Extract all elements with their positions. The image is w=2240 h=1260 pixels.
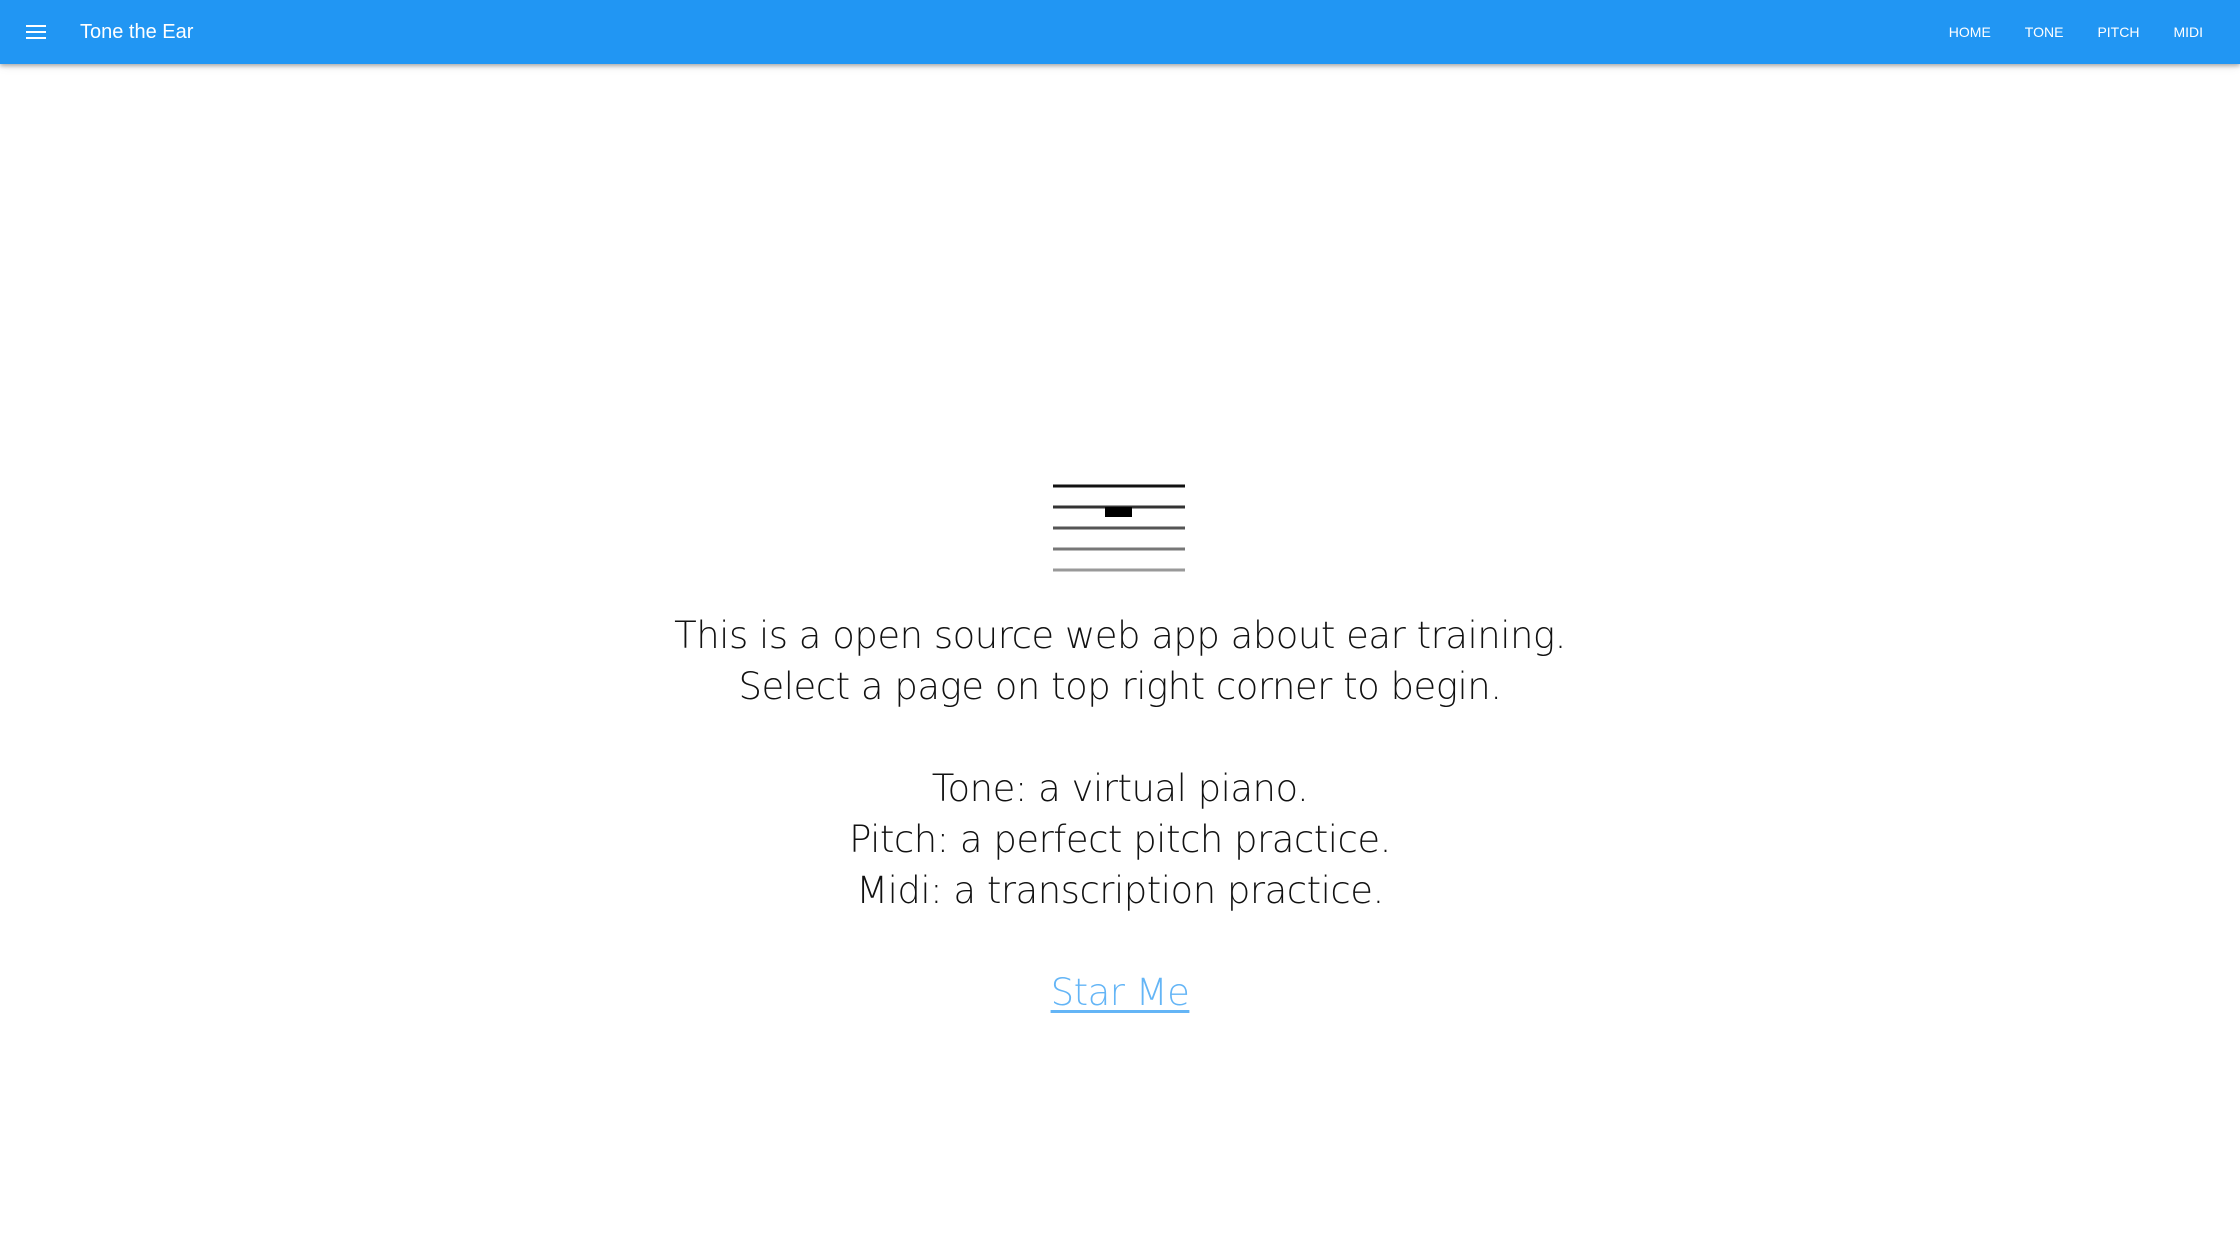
pitch-description: Pitch: a perfect pitch practice. xyxy=(849,818,1391,861)
tone-description: Tone: a virtual piano. xyxy=(931,767,1309,810)
nav-tone[interactable]: TONE xyxy=(2008,0,2081,64)
app-title: Tone the Ear xyxy=(80,21,194,43)
music-staff-icon xyxy=(1053,484,1185,572)
intro-line-2: Select a page on top right corner to beg… xyxy=(738,665,1502,708)
menu-button[interactable] xyxy=(16,12,56,52)
menu-icon xyxy=(26,25,46,39)
intro-text: This is a open source web app about ear … xyxy=(0,610,2240,1018)
intro-line-1: This is a open source web app about ear … xyxy=(674,614,1566,657)
midi-description: Midi: a transcription practice. xyxy=(856,869,1384,912)
top-nav: HOME TONE PITCH MIDI xyxy=(1932,0,2220,64)
nav-pitch[interactable]: PITCH xyxy=(2080,0,2156,64)
nav-midi[interactable]: MIDI xyxy=(2156,0,2220,64)
nav-home[interactable]: HOME xyxy=(1932,0,2008,64)
star-me-link[interactable]: Star Me xyxy=(1051,967,1190,1018)
app-bar: Tone the Ear HOME TONE PITCH MIDI xyxy=(0,0,2240,64)
